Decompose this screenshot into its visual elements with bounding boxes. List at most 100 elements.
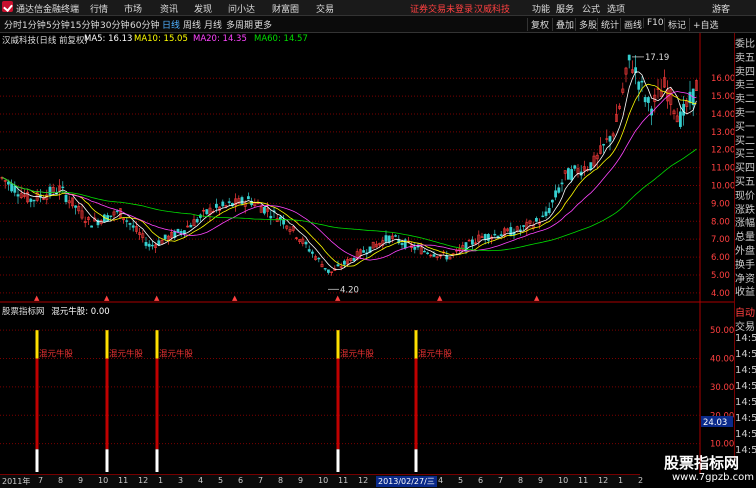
candle-body [384, 235, 388, 242]
signal-label: 混元牛股 [418, 349, 453, 360]
kline-chart[interactable]: 16.0015.0014.0013.0012.0011.0010.009.008… [0, 0, 756, 487]
candle-body [183, 230, 186, 234]
candle-body [522, 225, 526, 227]
candle-body [205, 209, 209, 215]
candle-body [29, 198, 33, 202]
event-marker: ▲ [34, 294, 40, 302]
ma10-line [1, 83, 697, 267]
candle-body [566, 168, 570, 180]
candle-body [557, 187, 561, 193]
chart-title: 汉威科技(日线 前复权) [2, 36, 88, 46]
candle-body [195, 219, 199, 223]
candle-body [643, 97, 647, 103]
candle-body [109, 215, 113, 217]
indicator-formula: 混元牛股: 0.00 [51, 307, 110, 317]
price-tick-label: 11.00 [711, 164, 735, 174]
time-axis-bar: 2011年78910111213456789101112123456789101… [0, 474, 644, 488]
candle-body [544, 211, 548, 216]
quote-field-label: 卖三 [735, 80, 755, 92]
price-tick-label: 5.00 [711, 271, 730, 281]
month-tick-label: 9 [538, 476, 544, 485]
candle-body [227, 201, 231, 203]
month-tick-label: 7 [258, 476, 264, 485]
signal-label: 混元牛股 [39, 349, 74, 360]
candle-body [307, 249, 311, 252]
candle-body [394, 235, 398, 237]
candle-body [13, 185, 17, 193]
indicator-header: 股票指标网 混元牛股: 0.00 [2, 305, 110, 317]
candle-body [163, 234, 167, 240]
price-tick-label: 4.00 [711, 289, 730, 299]
candle-body [16, 194, 20, 197]
month-tick-label: 10 [558, 476, 569, 485]
price-tick-label: 14.00 [711, 110, 735, 120]
month-tick-label: 10 [98, 476, 109, 485]
cursor-date: 2013/02/27/三 [376, 476, 437, 487]
price-tick-label: 8.00 [711, 217, 730, 227]
month-tick-label: 6 [238, 476, 244, 485]
signal-label: 混元牛股 [159, 349, 194, 360]
trade-time: 14:56 [735, 349, 756, 360]
price-axis: 16.00 15.00 14.00 13.00 12.00 11.00 10.00 9.00 8… [328, 53, 735, 299]
month-tick-label: 12 [598, 476, 609, 485]
trade-time: 14:56 [735, 333, 756, 344]
candle-body [304, 241, 308, 245]
candle-body [640, 80, 644, 83]
ma60-line [1, 148, 697, 252]
candle-body [189, 224, 193, 228]
indicator-tick-label: 30.00 [710, 383, 734, 393]
price-tick-label: 15.00 [711, 92, 735, 102]
month-tick-label: 2 [638, 476, 644, 485]
quote-field-label: 买五 [735, 177, 755, 188]
price-tick-label: 9.00 [711, 199, 730, 209]
candle-body [336, 264, 340, 267]
candle-body [310, 251, 314, 254]
indicator-panel: 50.0040.0030.0020.0010.0024.03混元牛股混元牛股混元… [0, 294, 734, 472]
quote-field-label: 总量 [735, 232, 755, 244]
ma20-readout: MA20: 14.35 [193, 34, 247, 44]
candle-body [518, 229, 522, 232]
month-tick-label: 8 [278, 476, 284, 485]
quote-field-label: 买一 [735, 121, 755, 133]
candle-body [48, 186, 52, 196]
candle-body [608, 136, 612, 142]
candle-body [560, 182, 564, 185]
month-tick-label: 7 [498, 476, 504, 485]
indicator-name[interactable]: 股票指标网 [2, 307, 45, 317]
candle-body [7, 181, 10, 185]
month-tick-label: 12 [138, 476, 149, 485]
quote-field-label: 卖四 [735, 66, 755, 78]
auto-trade-sub: 交易 [735, 322, 755, 333]
candle-body [342, 260, 346, 265]
month-tick-label: 4 [438, 476, 444, 485]
candle-body [422, 250, 426, 253]
auto-trade-title[interactable]: 自动 [735, 304, 755, 319]
candle-body [323, 268, 327, 270]
candle-body [467, 240, 471, 242]
month-tick-label: 11 [118, 476, 129, 485]
candle-body [90, 225, 94, 228]
candle-body [144, 242, 148, 246]
candle-body [269, 215, 273, 219]
candle-body [151, 244, 154, 247]
candle-body [74, 205, 78, 208]
candle-body [147, 243, 151, 247]
candle-body [570, 169, 574, 181]
candle-body [221, 201, 225, 207]
signal-label: 混元牛股 [340, 349, 375, 360]
month-tick-label: 6 [478, 476, 484, 485]
month-tick-label: 5 [218, 476, 224, 485]
candle-body [61, 186, 65, 189]
candle-body [493, 233, 497, 236]
event-marker: ▲ [232, 294, 238, 302]
month-tick-label: 10 [318, 476, 329, 485]
signal-label: 混元牛股 [109, 349, 144, 360]
candle-body [602, 144, 606, 146]
candle-body [115, 210, 119, 213]
month-tick-label: 9 [78, 476, 84, 485]
ma60-readout: MA60: 14.57 [254, 34, 308, 44]
candle-body [509, 227, 513, 237]
year-label: 2011年 [2, 477, 31, 486]
quote-field-label: 换手 [735, 259, 755, 271]
ma5-line [1, 71, 697, 271]
